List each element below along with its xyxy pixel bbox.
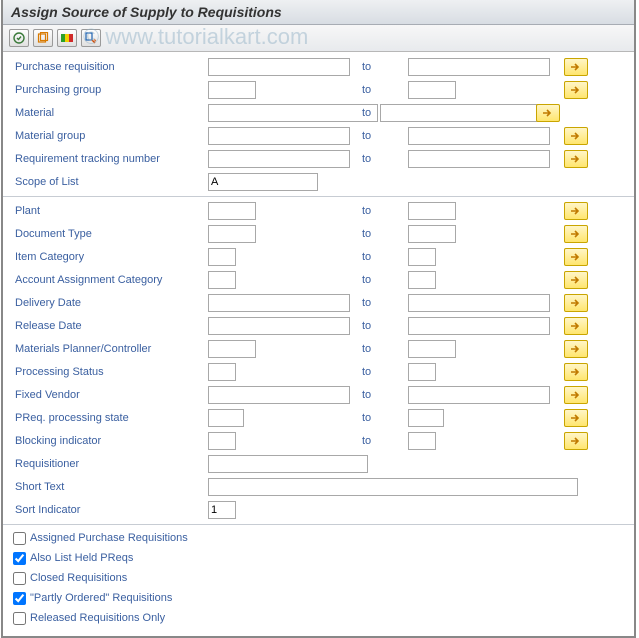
separator <box>3 196 634 197</box>
released-only-checkbox[interactable] <box>13 612 26 625</box>
material-from-input[interactable] <box>208 104 378 122</box>
purchasing-group-label: Purchasing group <box>13 84 208 96</box>
material-multi-button[interactable] <box>536 104 560 122</box>
release-date-to-input[interactable] <box>408 317 550 335</box>
purchase-requisition-label: Purchase requisition <box>13 61 208 73</box>
material-group-from-input[interactable] <box>208 127 350 145</box>
req-tracking-to-input[interactable] <box>408 150 550 168</box>
plant-multi-button[interactable] <box>564 202 588 220</box>
item-category-multi-button[interactable] <box>564 248 588 266</box>
material-to-input[interactable] <box>380 104 550 122</box>
account-assignment-from-input[interactable] <box>208 271 236 289</box>
held-preqs-label: Also List Held PReqs <box>30 552 133 564</box>
item-category-from-input[interactable] <box>208 248 236 266</box>
blocking-indicator-multi-button[interactable] <box>564 432 588 450</box>
preq-state-label: PReq. processing state <box>13 412 208 424</box>
document-type-from-input[interactable] <box>208 225 256 243</box>
mrp-controller-to-input[interactable] <box>408 340 456 358</box>
assigned-pr-label: Assigned Purchase Requisitions <box>30 532 188 544</box>
get-variant-button[interactable] <box>33 29 53 47</box>
processing-status-label: Processing Status <box>13 366 208 378</box>
sort-indicator-input[interactable] <box>208 501 236 519</box>
requisitioner-label: Requisitioner <box>13 458 208 470</box>
short-text-label: Short Text <box>13 481 208 493</box>
plant-label: Plant <box>13 205 208 217</box>
blocking-indicator-from-input[interactable] <box>208 432 236 450</box>
release-date-multi-button[interactable] <box>564 317 588 335</box>
blocking-indicator-to-input[interactable] <box>408 432 436 450</box>
material-label: Material <box>13 107 208 119</box>
page-title: Assign Source of Supply to Requisitions <box>3 0 634 25</box>
material-group-to-input[interactable] <box>408 127 550 145</box>
mrp-controller-label: Materials Planner/Controller <box>13 343 208 355</box>
fixed-vendor-to-input[interactable] <box>408 386 550 404</box>
fixed-vendor-label: Fixed Vendor <box>13 389 208 401</box>
purchase-requisition-multi-button[interactable] <box>564 58 588 76</box>
held-preqs-checkbox[interactable] <box>13 552 26 565</box>
preq-state-multi-button[interactable] <box>564 409 588 427</box>
purchasing-group-multi-button[interactable] <box>564 81 588 99</box>
requisitioner-input[interactable] <box>208 455 368 473</box>
short-text-input[interactable] <box>208 478 578 496</box>
delivery-date-label: Delivery Date <box>13 297 208 309</box>
delivery-date-from-input[interactable] <box>208 294 350 312</box>
delivery-date-multi-button[interactable] <box>564 294 588 312</box>
to-label: to <box>358 61 408 73</box>
req-tracking-multi-button[interactable] <box>564 150 588 168</box>
document-type-multi-button[interactable] <box>564 225 588 243</box>
req-tracking-from-input[interactable] <box>208 150 350 168</box>
preq-state-to-input[interactable] <box>408 409 444 427</box>
closed-req-label: Closed Requisitions <box>30 572 127 584</box>
item-category-to-input[interactable] <box>408 248 436 266</box>
scope-of-list-label: Scope of List <box>13 176 208 188</box>
dynamic-selections-button[interactable] <box>81 29 101 47</box>
purchasing-group-to-input[interactable] <box>408 81 456 99</box>
fixed-vendor-multi-button[interactable] <box>564 386 588 404</box>
selection-options-button[interactable] <box>57 29 77 47</box>
processing-status-from-input[interactable] <box>208 363 236 381</box>
plant-to-input[interactable] <box>408 202 456 220</box>
toolbar <box>3 25 634 52</box>
delivery-date-to-input[interactable] <box>408 294 550 312</box>
account-assignment-multi-button[interactable] <box>564 271 588 289</box>
closed-req-checkbox[interactable] <box>13 572 26 585</box>
account-assignment-label: Account Assignment Category <box>13 274 208 286</box>
scope-of-list-input[interactable] <box>208 173 318 191</box>
account-assignment-to-input[interactable] <box>408 271 436 289</box>
purchasing-group-from-input[interactable] <box>208 81 256 99</box>
separator <box>3 524 634 525</box>
plant-from-input[interactable] <box>208 202 256 220</box>
material-group-label: Material group <box>13 130 208 142</box>
processing-status-to-input[interactable] <box>408 363 436 381</box>
document-type-label: Document Type <box>13 228 208 240</box>
assigned-pr-checkbox[interactable] <box>13 532 26 545</box>
mrp-controller-from-input[interactable] <box>208 340 256 358</box>
blocking-indicator-label: Blocking indicator <box>13 435 208 447</box>
mrp-controller-multi-button[interactable] <box>564 340 588 358</box>
release-date-label: Release Date <box>13 320 208 332</box>
document-type-to-input[interactable] <box>408 225 456 243</box>
fixed-vendor-from-input[interactable] <box>208 386 350 404</box>
item-category-label: Item Category <box>13 251 208 263</box>
processing-status-multi-button[interactable] <box>564 363 588 381</box>
release-date-from-input[interactable] <box>208 317 350 335</box>
sort-indicator-label: Sort Indicator <box>13 504 208 516</box>
execute-button[interactable] <box>9 29 29 47</box>
partly-ordered-checkbox[interactable] <box>13 592 26 605</box>
partly-ordered-label: "Partly Ordered" Requisitions <box>30 592 172 604</box>
req-tracking-label: Requirement tracking number <box>13 153 208 165</box>
purchase-requisition-from-input[interactable] <box>208 58 350 76</box>
purchase-requisition-to-input[interactable] <box>408 58 550 76</box>
released-only-label: Released Requisitions Only <box>30 612 165 624</box>
preq-state-from-input[interactable] <box>208 409 244 427</box>
material-group-multi-button[interactable] <box>564 127 588 145</box>
